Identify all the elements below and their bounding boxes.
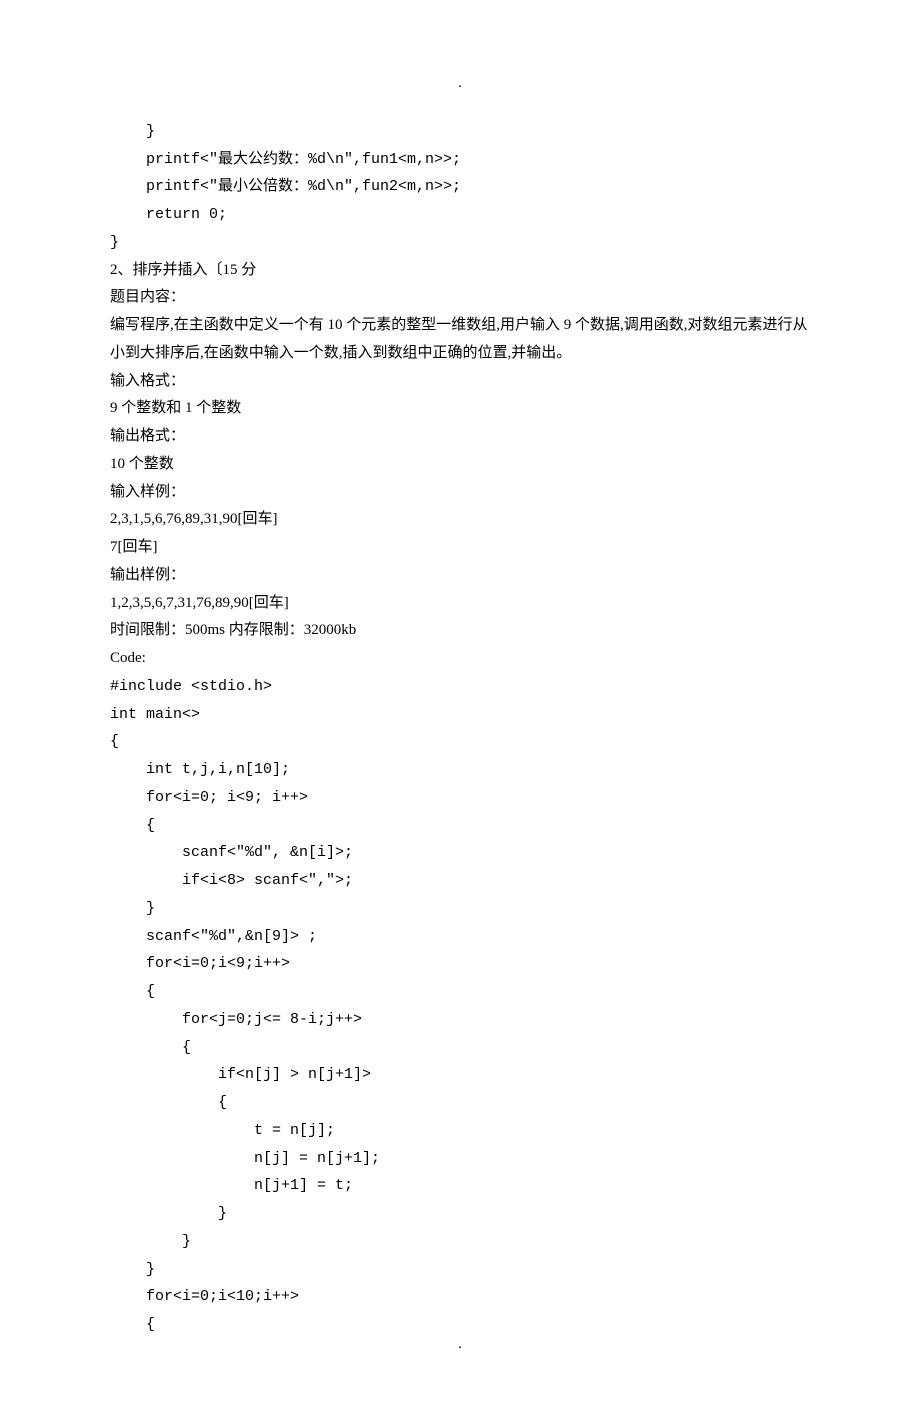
section-content-label: 题目内容： <box>110 284 810 312</box>
input-sample-label: 输入样例： <box>110 479 810 507</box>
output-sample-line1: 1,2,3,5,6,7,31,76,89,90[回车] <box>110 590 810 618</box>
problem-title: 2、排序并插入〔15 分 <box>110 257 810 285</box>
output-format-body: 10 个整数 <box>110 451 810 479</box>
input-format-body: 9 个整数和 1 个整数 <box>110 395 810 423</box>
code-label: Code: <box>110 645 810 673</box>
code-fragment-2: #include <stdio.h> int main<> { int t,j,… <box>110 673 810 1339</box>
output-sample-label: 输出样例： <box>110 562 810 590</box>
section-content-body: 编写程序,在主函数中定义一个有 10 个元素的整型一维数组,用户输入 9 个数据… <box>110 312 810 368</box>
footer-dot: . <box>0 1331 920 1359</box>
input-format-label: 输入格式： <box>110 368 810 396</box>
code-fragment-1: } printf<"最大公约数：%d\n",fun1<m,n>>; printf… <box>110 118 810 257</box>
input-sample-line1: 2,3,1,5,6,76,89,31,90[回车] <box>110 506 810 534</box>
document-page: . } printf<"最大公约数：%d\n",fun1<m,n>>; prin… <box>0 0 920 1409</box>
header-dot: . <box>110 70 810 98</box>
input-sample-line2: 7[回车] <box>110 534 810 562</box>
output-format-label: 输出格式： <box>110 423 810 451</box>
limits-line: 时间限制：500ms 内存限制：32000kb <box>110 617 810 645</box>
